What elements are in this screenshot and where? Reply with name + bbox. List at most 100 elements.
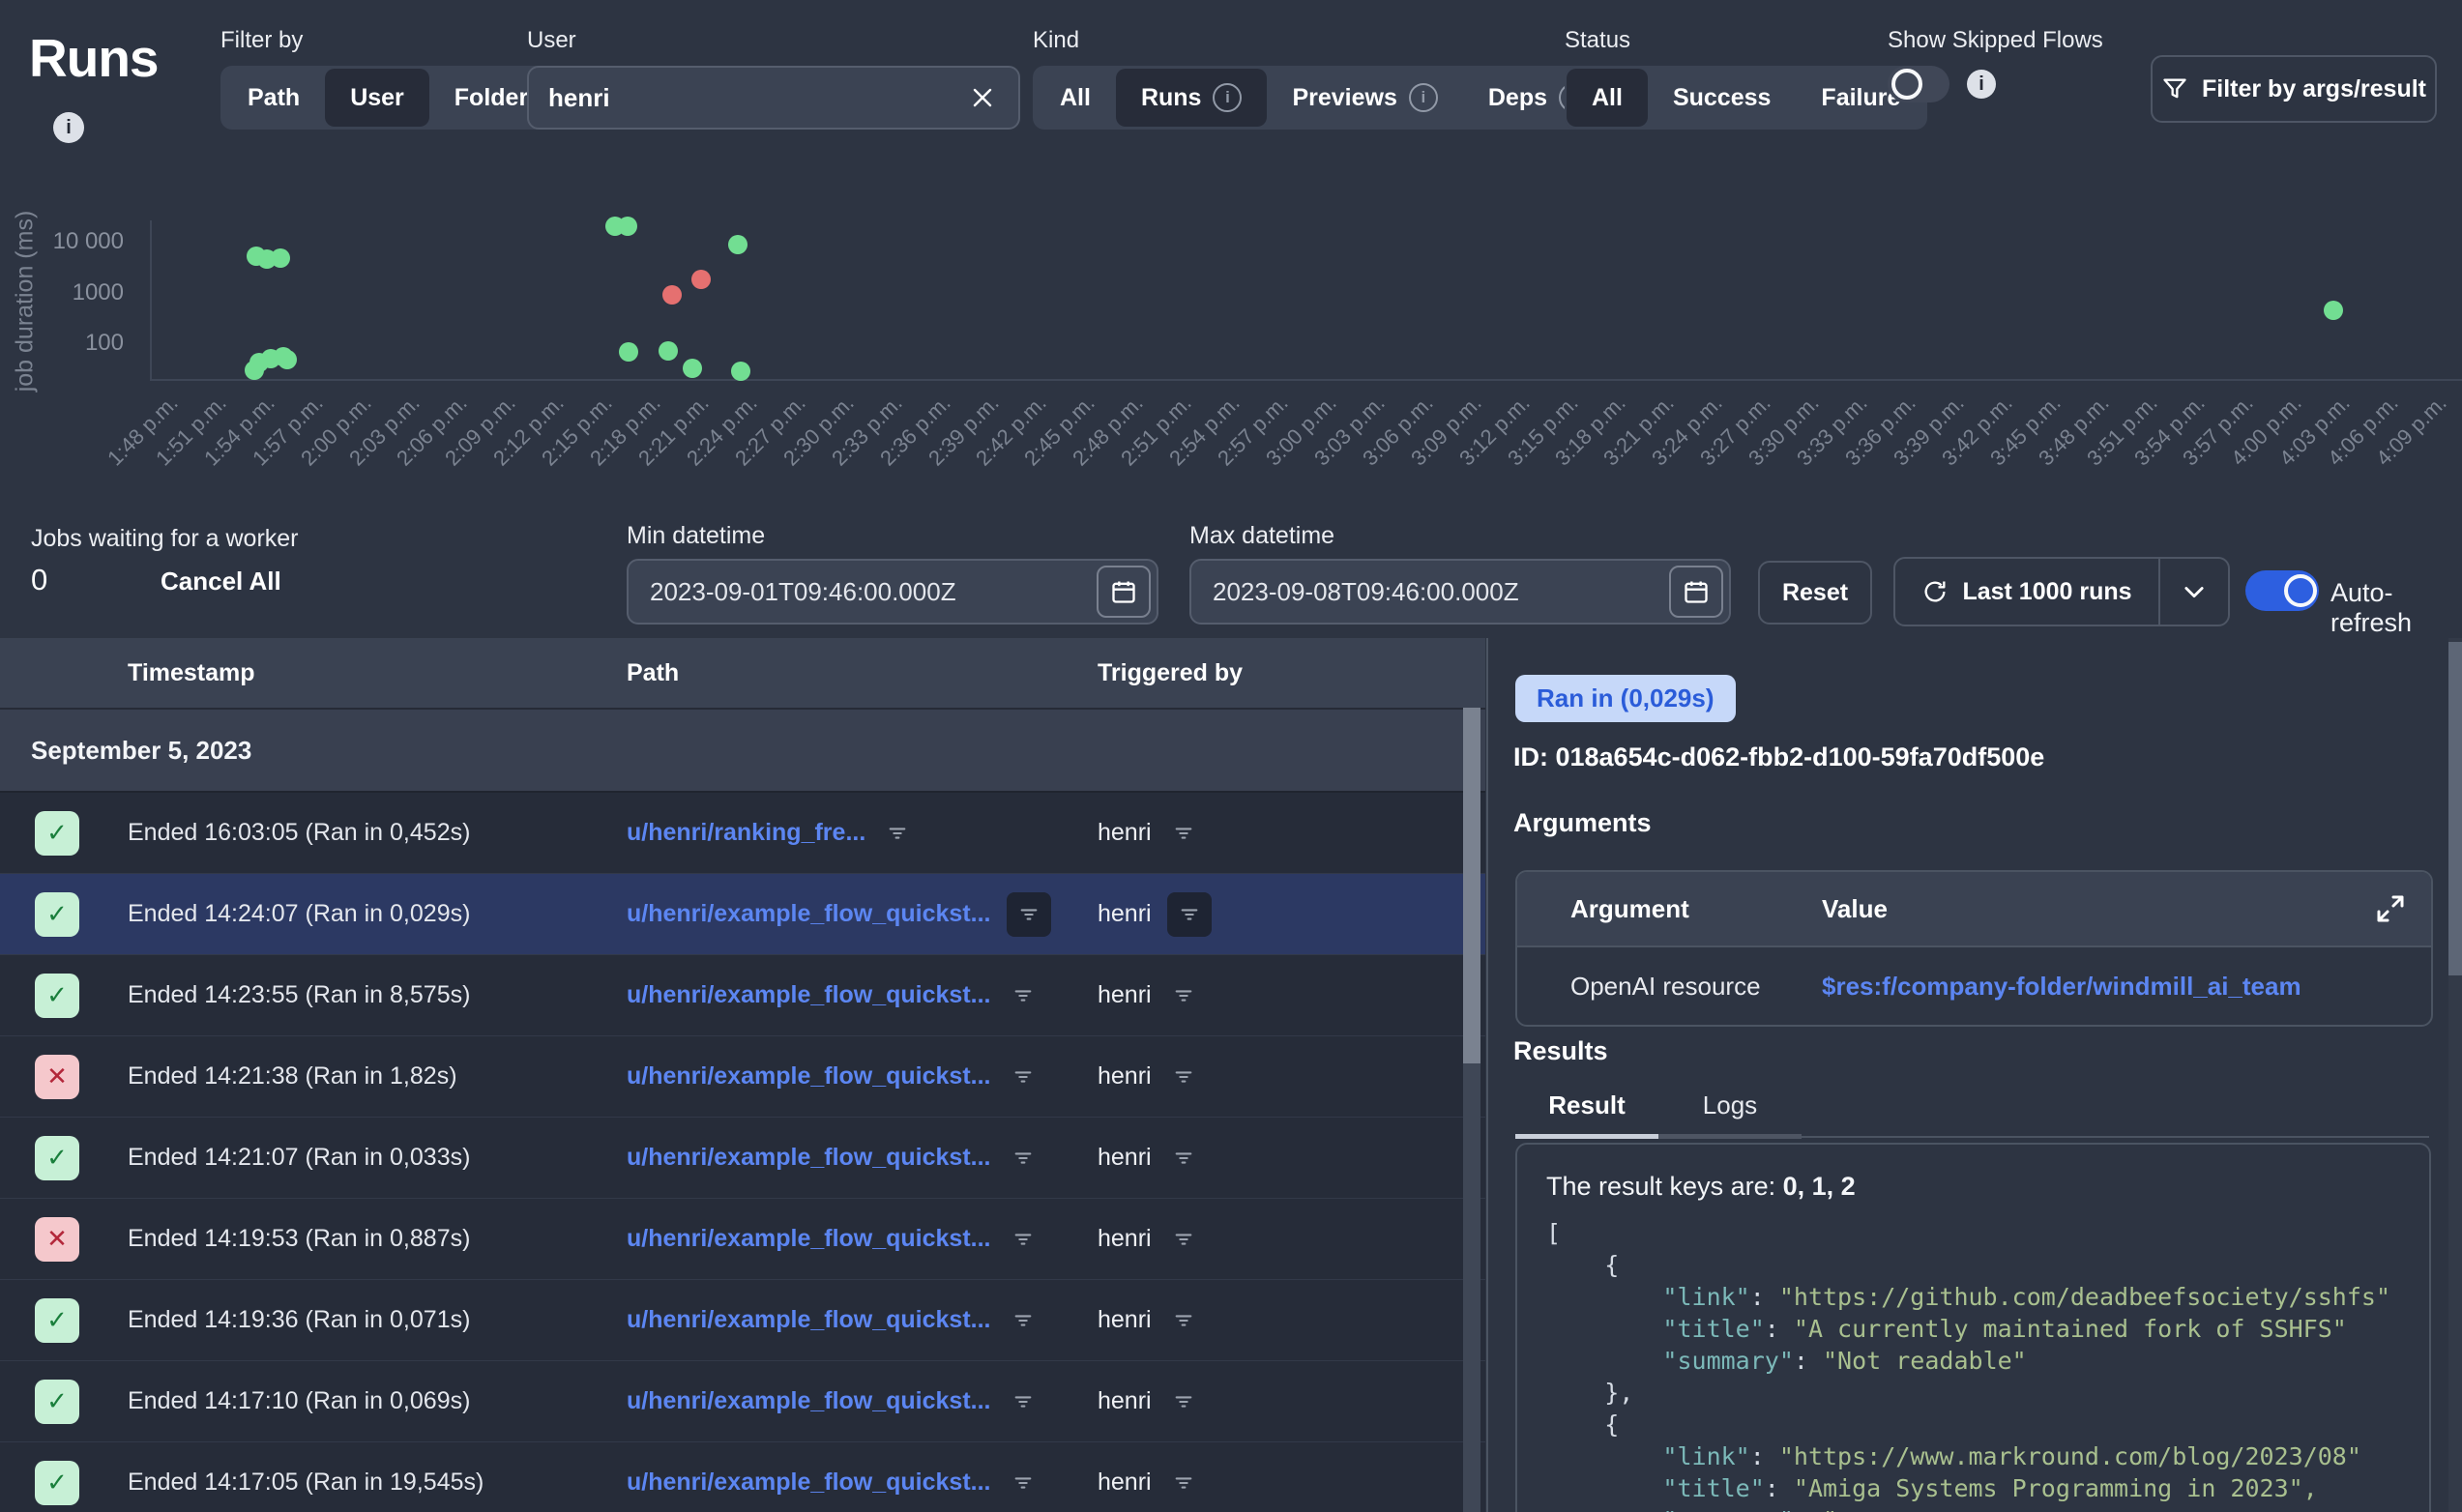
run-path-link[interactable]: u/henri/example_flow_quickst... bbox=[627, 1062, 991, 1090]
auto-refresh-toggle[interactable] bbox=[2245, 570, 2319, 611]
filterby-option-user[interactable]: User bbox=[325, 69, 429, 127]
kind-option-previews[interactable]: Previewsi bbox=[1267, 69, 1462, 127]
skipped-flows-info-icon[interactable]: i bbox=[1967, 70, 1996, 99]
run-triggered-by: henri bbox=[1098, 819, 1152, 847]
status-filter-group: Status AllSuccessFailure bbox=[1565, 27, 1927, 130]
tab-logs[interactable]: Logs bbox=[1658, 1090, 1802, 1136]
kind-option-runs-info-icon[interactable]: i bbox=[1213, 83, 1242, 112]
chart-point-success[interactable] bbox=[731, 362, 750, 381]
user-input[interactable]: henri bbox=[548, 83, 966, 113]
skipped-flows-label: Show Skipped Flows bbox=[1888, 27, 2103, 54]
table-row[interactable]: ✓ Ended 14:24:07 (Ran in 0,029s) u/henri… bbox=[0, 874, 1485, 955]
chart-point-success[interactable] bbox=[2324, 301, 2343, 320]
page-scrollbar-thumb[interactable] bbox=[2448, 642, 2462, 975]
arg-col-header: Argument bbox=[1517, 894, 1822, 924]
table-row[interactable]: ✓ Ended 14:17:10 (Ran in 0,069s) u/henri… bbox=[0, 1361, 1485, 1442]
run-path-link[interactable]: u/henri/example_flow_quickst... bbox=[627, 981, 991, 1009]
kind-label: Kind bbox=[1033, 27, 1615, 54]
filter-by-user-icon[interactable] bbox=[1167, 1304, 1200, 1337]
status-option-all[interactable]: All bbox=[1567, 69, 1648, 127]
run-path-link[interactable]: u/henri/example_flow_quickst... bbox=[627, 1144, 991, 1172]
expand-icon[interactable] bbox=[2373, 891, 2408, 926]
col-path: Path bbox=[595, 659, 1098, 687]
filterby-option-path[interactable]: Path bbox=[222, 69, 325, 127]
filter-args-button[interactable]: Filter by args/result bbox=[2151, 55, 2437, 123]
run-timestamp: Ended 14:24:07 (Ran in 0,029s) bbox=[106, 900, 595, 928]
filter-by-path-icon[interactable] bbox=[1007, 1223, 1040, 1256]
last-runs-label: Last 1000 runs bbox=[1962, 578, 2131, 606]
chart-point-success[interactable] bbox=[271, 248, 290, 268]
auto-refresh-label: Auto-refresh bbox=[2330, 578, 2462, 638]
run-triggered-by: henri bbox=[1098, 1306, 1152, 1334]
status-icon: ✕ bbox=[35, 1055, 79, 1099]
filter-by-path-icon[interactable] bbox=[881, 817, 914, 850]
filter-by-user-icon[interactable] bbox=[1167, 1467, 1200, 1499]
filter-by-user-icon[interactable] bbox=[1167, 979, 1200, 1012]
filter-by-path-icon[interactable] bbox=[1007, 1385, 1040, 1418]
skipped-flows-group: Show Skipped Flows i bbox=[1888, 27, 2103, 102]
chart-point-success[interactable] bbox=[278, 350, 297, 369]
refresh-icon bbox=[1921, 578, 1949, 605]
min-calendar-icon[interactable] bbox=[1097, 566, 1151, 618]
status-icon: ✓ bbox=[35, 1136, 79, 1180]
last-runs-button[interactable]: Last 1000 runs bbox=[1893, 557, 2230, 626]
y-tick-label: 100 bbox=[27, 330, 124, 357]
filter-by-path-icon[interactable] bbox=[1007, 1304, 1040, 1337]
kind-option-previews-info-icon[interactable]: i bbox=[1409, 83, 1438, 112]
filter-by-user-icon[interactable] bbox=[1167, 817, 1200, 850]
kind-option-all[interactable]: All bbox=[1035, 69, 1116, 127]
run-timestamp: Ended 14:23:55 (Ran in 8,575s) bbox=[106, 981, 595, 1009]
argument-value-link[interactable]: $res:f/company-folder/windmill_ai_team bbox=[1822, 972, 2301, 1002]
run-path-link[interactable]: u/henri/example_flow_quickst... bbox=[627, 1306, 991, 1334]
chart-point-success[interactable] bbox=[659, 341, 678, 361]
filter-by-path-icon[interactable] bbox=[1007, 892, 1051, 937]
status-option-success[interactable]: Success bbox=[1648, 69, 1796, 127]
status-icon: ✓ bbox=[35, 1298, 79, 1343]
filter-by-user-icon[interactable] bbox=[1167, 1061, 1200, 1093]
table-row[interactable]: ✕ Ended 14:19:53 (Ran in 0,887s) u/henri… bbox=[0, 1199, 1485, 1280]
filter-by-path-icon[interactable] bbox=[1007, 1061, 1040, 1093]
table-scrollbar-thumb[interactable] bbox=[1463, 708, 1480, 1063]
reset-button[interactable]: Reset bbox=[1758, 561, 1872, 625]
page-scrollbar[interactable] bbox=[2448, 638, 2462, 1512]
clear-user-icon[interactable] bbox=[966, 81, 999, 114]
max-calendar-icon[interactable] bbox=[1669, 566, 1723, 618]
chart-point-success[interactable] bbox=[683, 359, 702, 378]
filter-by-segmented: PathUserFolder bbox=[220, 66, 555, 130]
run-path-link[interactable]: u/henri/example_flow_quickst... bbox=[627, 900, 991, 928]
table-row[interactable]: ✓ Ended 14:19:36 (Ran in 0,071s) u/henri… bbox=[0, 1280, 1485, 1361]
tab-result[interactable]: Result bbox=[1515, 1090, 1658, 1136]
cancel-all-button[interactable]: Cancel All bbox=[161, 567, 281, 596]
run-duration-badge: Ran in (0,029s) bbox=[1515, 675, 1736, 722]
last-runs-dropdown-chevron-icon[interactable] bbox=[2160, 578, 2228, 605]
runs-info-icon[interactable]: i bbox=[53, 112, 84, 143]
run-path-link[interactable]: u/henri/example_flow_quickst... bbox=[627, 1468, 991, 1497]
filter-by-user-icon[interactable] bbox=[1167, 1385, 1200, 1418]
kind-filter-group: Kind AllRunsiPreviewsiDepsi bbox=[1033, 27, 1615, 130]
filter-by-path-icon[interactable] bbox=[1007, 1142, 1040, 1175]
table-scrollbar[interactable] bbox=[1463, 708, 1480, 1512]
filter-by-path-icon[interactable] bbox=[1007, 1467, 1040, 1499]
run-path-link[interactable]: u/henri/ranking_fre... bbox=[627, 819, 865, 847]
run-detail-panel: Ran in (0,029s) ID: 018a654c-d062-fbb2-d… bbox=[1486, 638, 2462, 1512]
chart-point-success[interactable] bbox=[728, 235, 747, 254]
table-row[interactable]: ✓ Ended 14:23:55 (Ran in 8,575s) u/henri… bbox=[0, 955, 1485, 1036]
run-path-link[interactable]: u/henri/example_flow_quickst... bbox=[627, 1225, 991, 1253]
run-path-link[interactable]: u/henri/example_flow_quickst... bbox=[627, 1387, 991, 1415]
table-row[interactable]: ✓ Ended 16:03:05 (Ran in 0,452s) u/henri… bbox=[0, 793, 1485, 874]
filter-by-user-icon[interactable] bbox=[1167, 892, 1212, 937]
min-datetime-input[interactable]: 2023-09-01T09:46:00.000Z bbox=[650, 577, 1097, 607]
result-viewer: The result keys are: 0, 1, 2 [ { "link":… bbox=[1515, 1143, 2431, 1512]
queue-count: 0 bbox=[31, 563, 47, 597]
table-row[interactable]: ✓ Ended 14:17:05 (Ran in 19,545s) u/henr… bbox=[0, 1442, 1485, 1512]
filter-by-user-icon[interactable] bbox=[1167, 1223, 1200, 1256]
table-row[interactable]: ✕ Ended 14:21:38 (Ran in 1,82s) u/henri/… bbox=[0, 1036, 1485, 1118]
filter-by-path-icon[interactable] bbox=[1007, 979, 1040, 1012]
max-datetime-input[interactable]: 2023-09-08T09:46:00.000Z bbox=[1213, 577, 1669, 607]
run-timestamp: Ended 16:03:05 (Ran in 0,452s) bbox=[106, 819, 595, 847]
chart-point-failure[interactable] bbox=[691, 270, 711, 289]
table-row[interactable]: ✓ Ended 14:21:07 (Ran in 0,033s) u/henri… bbox=[0, 1118, 1485, 1199]
skipped-flows-toggle[interactable] bbox=[1888, 66, 1949, 102]
filter-by-user-icon[interactable] bbox=[1167, 1142, 1200, 1175]
kind-option-runs[interactable]: Runsi bbox=[1116, 69, 1268, 127]
